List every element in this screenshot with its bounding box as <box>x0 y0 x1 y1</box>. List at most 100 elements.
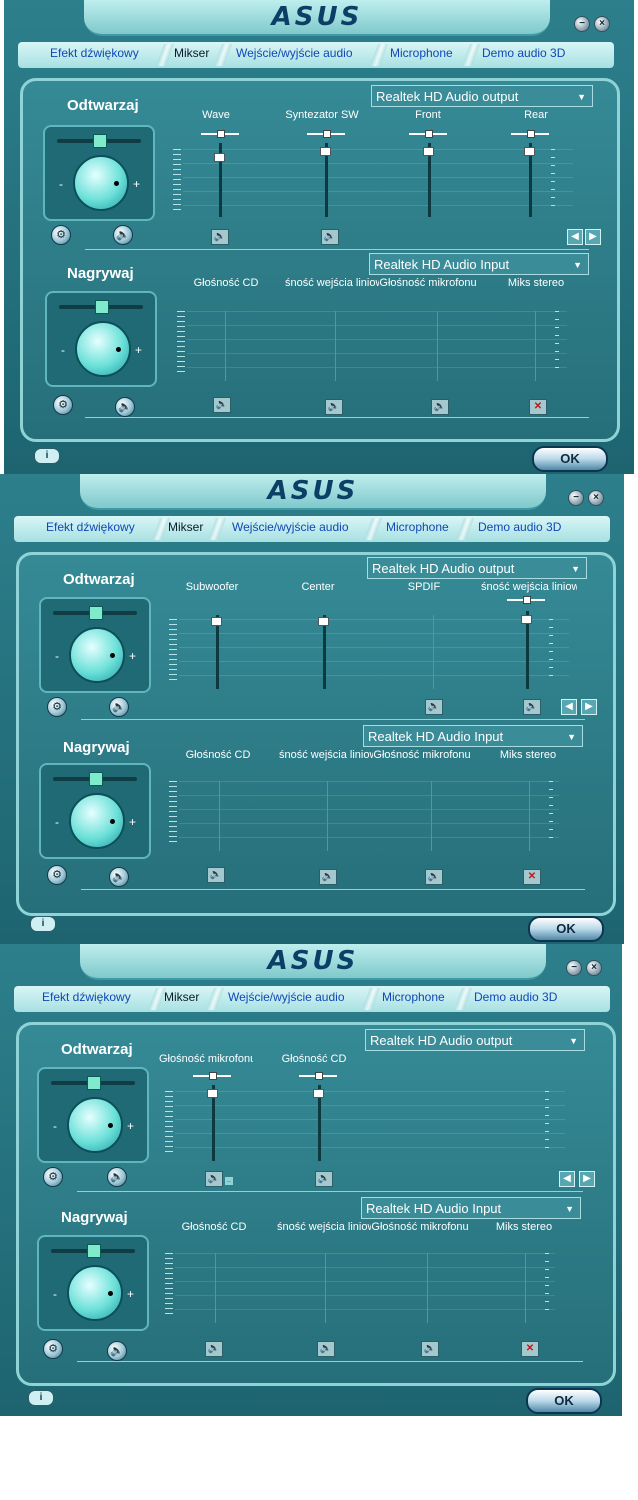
playback-mute-button[interactable]: 🔈 <box>109 697 129 717</box>
record-device-select[interactable]: Realtek HD Audio Input ▼ <box>361 1197 581 1219</box>
balance-slider[interactable] <box>507 596 545 604</box>
balance-thumb[interactable] <box>527 130 535 138</box>
volume-slider-track[interactable] <box>437 311 438 381</box>
volume-slider-thumb[interactable] <box>318 617 329 626</box>
balance-slider[interactable] <box>299 1072 337 1080</box>
volume-slider-track[interactable] <box>216 615 219 689</box>
balance-thumb[interactable] <box>93 134 107 148</box>
channel-muted-button[interactable]: ✕ <box>529 399 547 415</box>
playback-volume-knob[interactable] <box>69 627 125 683</box>
record-device-select[interactable]: Realtek HD Audio Input ▼ <box>369 253 589 275</box>
channel-muted-button[interactable]: ✕ <box>523 869 541 885</box>
record-balance-track[interactable] <box>51 1244 135 1258</box>
scroll-right-button[interactable]: ▶ <box>579 1171 595 1187</box>
balance-thumb[interactable] <box>95 300 109 314</box>
channel-mute-button[interactable]: 🔈 <box>431 399 449 415</box>
scroll-left-button[interactable]: ◀ <box>567 229 583 245</box>
close-button[interactable]: × <box>594 16 610 32</box>
record-settings-button[interactable]: ⚙ <box>53 395 73 415</box>
channel-mute-button[interactable]: 🔈 <box>319 869 337 885</box>
record-volume-knob[interactable] <box>69 793 125 849</box>
playback-balance-track[interactable] <box>53 606 137 620</box>
balance-thumb[interactable] <box>523 596 531 604</box>
record-mute-button[interactable]: 🔈 <box>109 867 129 887</box>
tab-mixer[interactable]: Mikser <box>164 990 199 1004</box>
channel-mute-button[interactable]: 🔈 <box>425 699 443 715</box>
tab-audio-io[interactable]: Wejście/wyjście audio <box>228 990 345 1004</box>
minimize-button[interactable]: − <box>568 490 584 506</box>
channel-mute-button[interactable]: 🔈 <box>211 229 229 245</box>
record-volume-knob[interactable] <box>67 1265 123 1321</box>
tab-microphone[interactable]: Microphone <box>390 46 453 60</box>
volume-slider-track[interactable] <box>535 311 536 381</box>
tab-demo-3d[interactable]: Demo audio 3D <box>474 990 557 1004</box>
volume-slider-track[interactable] <box>219 781 220 851</box>
scroll-right-button[interactable]: ▶ <box>585 229 601 245</box>
playback-mute-button[interactable]: 🔈 <box>107 1167 127 1187</box>
tab-sound-effect[interactable]: Efekt dźwiękowy <box>50 46 139 60</box>
minimize-button[interactable]: − <box>574 16 590 32</box>
playback-settings-button[interactable]: ⚙ <box>47 697 67 717</box>
balance-thumb[interactable] <box>315 1072 323 1080</box>
volume-slider-track[interactable] <box>325 1253 326 1323</box>
tab-audio-io[interactable]: Wejście/wyjście audio <box>232 520 349 534</box>
balance-thumb[interactable] <box>89 772 103 786</box>
channel-mute-button[interactable]: 🔈 <box>205 1171 223 1187</box>
mic-boost-indicator[interactable]: .. <box>225 1177 233 1185</box>
balance-slider[interactable] <box>201 130 239 138</box>
tab-audio-io[interactable]: Wejście/wyjście audio <box>236 46 353 60</box>
balance-thumb[interactable] <box>87 1244 101 1258</box>
scroll-right-button[interactable]: ▶ <box>581 699 597 715</box>
channel-mute-button[interactable]: 🔈 <box>421 1341 439 1357</box>
volume-slider-track[interactable] <box>431 781 432 851</box>
volume-slider-thumb[interactable] <box>524 147 535 156</box>
channel-muted-button[interactable]: ✕ <box>521 1341 539 1357</box>
channel-mute-button[interactable]: 🔈 <box>213 397 231 413</box>
volume-slider-track[interactable] <box>529 781 530 851</box>
volume-slider-track[interactable] <box>327 781 328 851</box>
volume-slider-thumb[interactable] <box>214 153 225 162</box>
record-balance-track[interactable] <box>53 772 137 786</box>
volume-slider-thumb[interactable] <box>521 615 532 624</box>
volume-slider-thumb[interactable] <box>313 1089 324 1098</box>
channel-mute-button[interactable]: 🔈 <box>321 229 339 245</box>
volume-slider-thumb[interactable] <box>207 1089 218 1098</box>
record-device-select[interactable]: Realtek HD Audio Input ▼ <box>363 725 583 747</box>
playback-settings-button[interactable]: ⚙ <box>51 225 71 245</box>
ok-button[interactable]: OK <box>526 1388 602 1414</box>
playback-settings-button[interactable]: ⚙ <box>43 1167 63 1187</box>
volume-slider-track[interactable] <box>433 615 434 689</box>
tab-sound-effect[interactable]: Efekt dźwiękowy <box>46 520 135 534</box>
volume-slider-track[interactable] <box>225 311 226 381</box>
balance-thumb[interactable] <box>425 130 433 138</box>
channel-mute-button[interactable]: 🔈 <box>317 1341 335 1357</box>
record-settings-button[interactable]: ⚙ <box>43 1339 63 1359</box>
playback-volume-knob[interactable] <box>67 1097 123 1153</box>
playback-volume-knob[interactable] <box>73 155 129 211</box>
tab-microphone[interactable]: Microphone <box>382 990 445 1004</box>
info-button[interactable]: i <box>34 448 60 464</box>
balance-thumb[interactable] <box>87 1076 101 1090</box>
tab-mixer[interactable]: Mikser <box>174 46 209 60</box>
ok-button[interactable]: OK <box>532 446 608 472</box>
balance-thumb[interactable] <box>217 130 225 138</box>
playback-device-select[interactable]: Realtek HD Audio output ▼ <box>367 557 587 579</box>
info-button[interactable]: i <box>28 1390 54 1406</box>
volume-slider-thumb[interactable] <box>320 147 331 156</box>
channel-mute-button[interactable]: 🔈 <box>315 1171 333 1187</box>
channel-mute-button[interactable]: 🔈 <box>425 869 443 885</box>
balance-slider[interactable] <box>511 130 549 138</box>
channel-mute-button[interactable]: 🔈 <box>523 699 541 715</box>
channel-mute-button[interactable]: 🔈 <box>205 1341 223 1357</box>
playback-mute-button[interactable]: 🔈 <box>113 225 133 245</box>
record-mute-button[interactable]: 🔈 <box>115 397 135 417</box>
record-mute-button[interactable]: 🔈 <box>107 1341 127 1361</box>
tab-sound-effect[interactable]: Efekt dźwiękowy <box>42 990 131 1004</box>
balance-thumb[interactable] <box>89 606 103 620</box>
balance-thumb[interactable] <box>209 1072 217 1080</box>
tab-mixer[interactable]: Mikser <box>168 520 203 534</box>
balance-slider[interactable] <box>409 130 447 138</box>
info-button[interactable]: i <box>30 916 56 932</box>
balance-slider[interactable] <box>193 1072 231 1080</box>
volume-slider-thumb[interactable] <box>423 147 434 156</box>
